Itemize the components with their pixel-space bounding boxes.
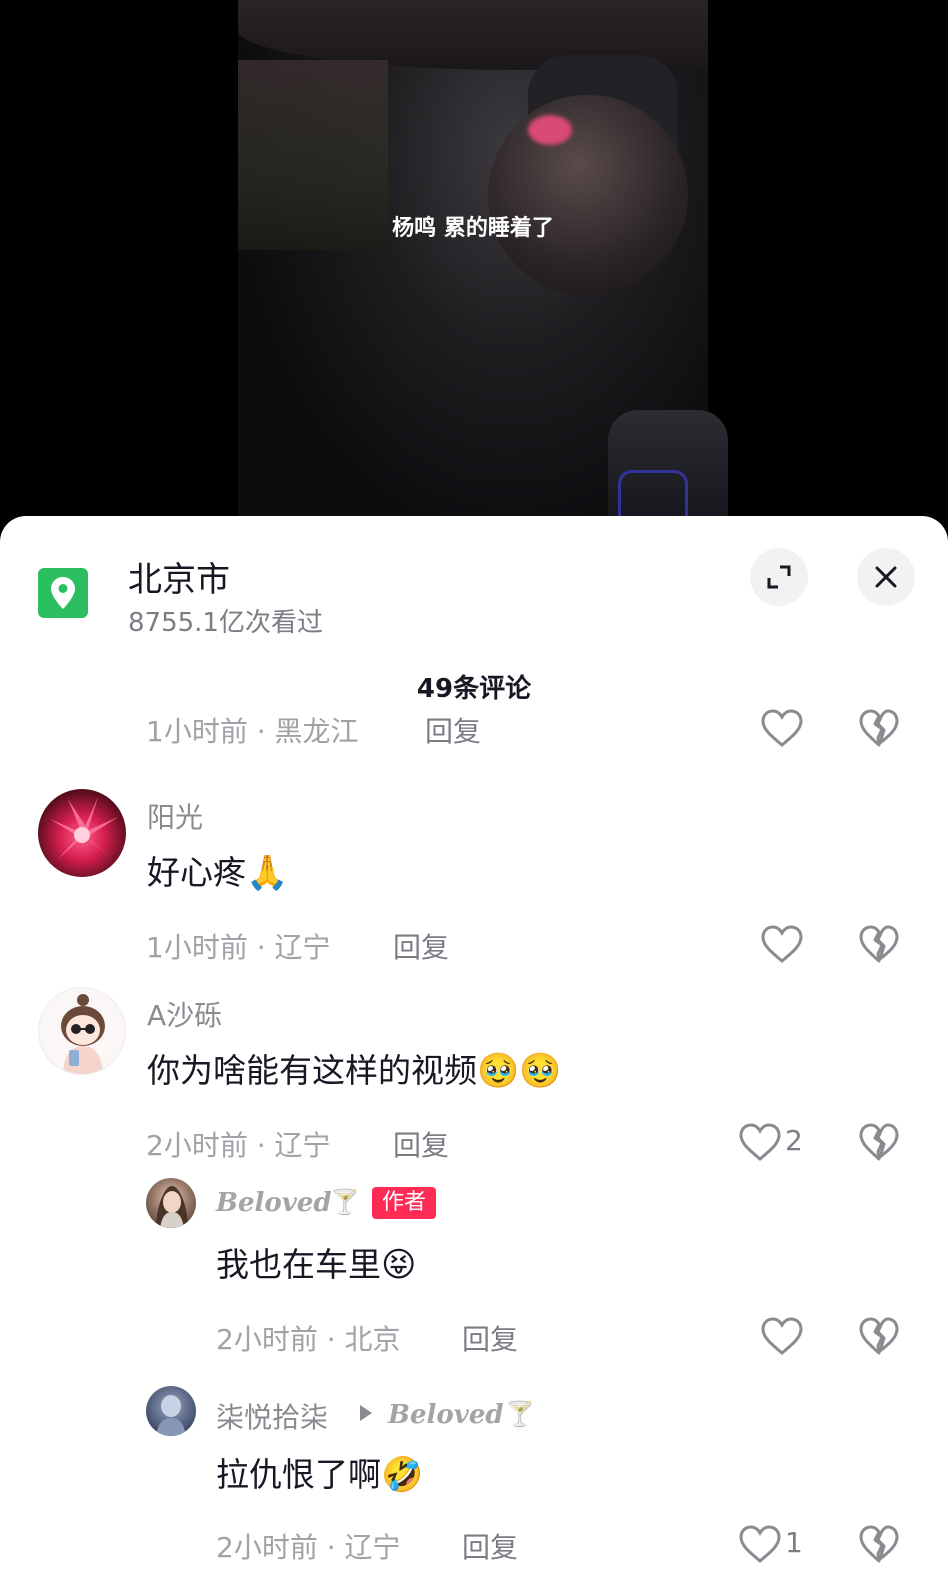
reply-item: Beloved 🍸 作者 我也在车里😝 2小时前 · 北京 回复 — [0, 1178, 948, 1358]
reply-text-content: 拉仇恨了啊 — [216, 1455, 381, 1494]
reply-text-content: 我也在车里 — [216, 1245, 381, 1284]
avatar[interactable] — [146, 1386, 196, 1436]
reply-arrow-icon — [360, 1405, 372, 1421]
comment-meta: 1小时前 · 黑龙江 — [146, 715, 359, 748]
comment-item: 阳光 好心疼🙏 1小时前 · 辽宁 回复 — [0, 788, 948, 968]
location-pin-icon[interactable] — [38, 568, 88, 618]
broken-heart-icon[interactable] — [858, 1524, 900, 1564]
comment-item: A沙砾 你为啥能有这样的视频🥹🥹 2小时前 · 辽宁 回复 2 — [0, 986, 948, 1166]
heart-icon[interactable] — [738, 1524, 782, 1564]
reply-button[interactable]: 回复 — [425, 710, 481, 750]
winking-tongue-emoji: 😝 — [381, 1245, 417, 1285]
expand-button[interactable] — [750, 548, 808, 606]
reply-text: 我也在车里😝 — [216, 1238, 416, 1286]
comment-item-partial: 1小时前 · 黑龙江 回复 — [0, 706, 948, 756]
reply-button[interactable]: 回复 — [462, 1318, 518, 1358]
reply-meta: 2小时前 · 辽宁 — [216, 1531, 401, 1564]
rofl-emoji: 🤣 — [381, 1455, 424, 1495]
sleeping-person — [488, 95, 688, 295]
reply-text: 拉仇恨了啊🤣 — [216, 1448, 423, 1496]
reply-username[interactable]: 柒悦拾柒 — [216, 1396, 328, 1436]
pleading-emoji: 🥹🥹 — [477, 1051, 562, 1091]
reply-item: 柒悦拾柒 Beloved 🍸 拉仇恨了啊🤣 2小时前 · 辽宁 回复 1 — [0, 1386, 948, 1573]
pray-emoji: 🙏 — [246, 853, 289, 893]
heart-icon[interactable] — [760, 924, 804, 964]
reply-button[interactable]: 回复 — [393, 1124, 449, 1164]
close-icon — [875, 566, 897, 588]
comment-text-content: 你为啥能有这样的视频 — [147, 1051, 477, 1090]
video-frame — [238, 0, 728, 540]
comment-text-content: 好心疼 — [147, 853, 246, 892]
comments-count: 49条评论 — [416, 674, 532, 704]
heart-icon[interactable] — [760, 708, 804, 748]
location-title[interactable]: 北京市 — [128, 552, 230, 601]
expand-icon — [767, 565, 791, 589]
broken-heart-icon[interactable] — [858, 1316, 900, 1356]
comment-username[interactable]: 阳光 — [147, 796, 203, 836]
comment-meta: 2小时前 · 辽宁 — [146, 1129, 331, 1162]
broken-heart-icon[interactable] — [858, 924, 900, 964]
cocktail-icon: 🍸 — [505, 1400, 535, 1428]
video-caption: 杨鸣 累的睡着了 — [392, 216, 554, 241]
avatar[interactable] — [146, 1178, 196, 1228]
broken-heart-icon[interactable] — [858, 1122, 900, 1162]
pink-highlight — [528, 115, 572, 145]
reply-username[interactable]: Beloved — [216, 1188, 332, 1218]
location-views: 8755.1亿次看过 — [128, 608, 323, 638]
like-count: 1 — [785, 1526, 803, 1559]
cocktail-icon: 🍸 — [330, 1188, 360, 1216]
comment-meta: 1小时前 · 辽宁 — [146, 931, 331, 964]
comment-sheet: 北京市 8755.1亿次看过 49条评论 1小时前 · 黑龙江 回复 阳光 好心… — [0, 516, 948, 1573]
reply-button[interactable]: 回复 — [462, 1526, 518, 1566]
avatar[interactable] — [38, 789, 126, 877]
avatar[interactable] — [38, 987, 126, 1075]
comment-text: 好心疼🙏 — [147, 846, 288, 894]
close-button[interactable] — [857, 548, 915, 606]
heart-icon[interactable] — [738, 1122, 782, 1162]
reply-to-username[interactable]: Beloved — [388, 1400, 504, 1430]
comment-username[interactable]: A沙砾 — [147, 994, 222, 1034]
reply-meta: 2小时前 · 北京 — [216, 1323, 401, 1356]
author-badge: 作者 — [372, 1187, 437, 1219]
comment-text: 你为啥能有这样的视频🥹🥹 — [147, 1044, 562, 1092]
video-player[interactable]: 杨鸣 累的睡着了 — [0, 0, 948, 540]
heart-icon[interactable] — [760, 1316, 804, 1356]
reply-button[interactable]: 回复 — [393, 926, 449, 966]
broken-heart-icon[interactable] — [858, 708, 900, 748]
like-count: 2 — [785, 1124, 803, 1157]
